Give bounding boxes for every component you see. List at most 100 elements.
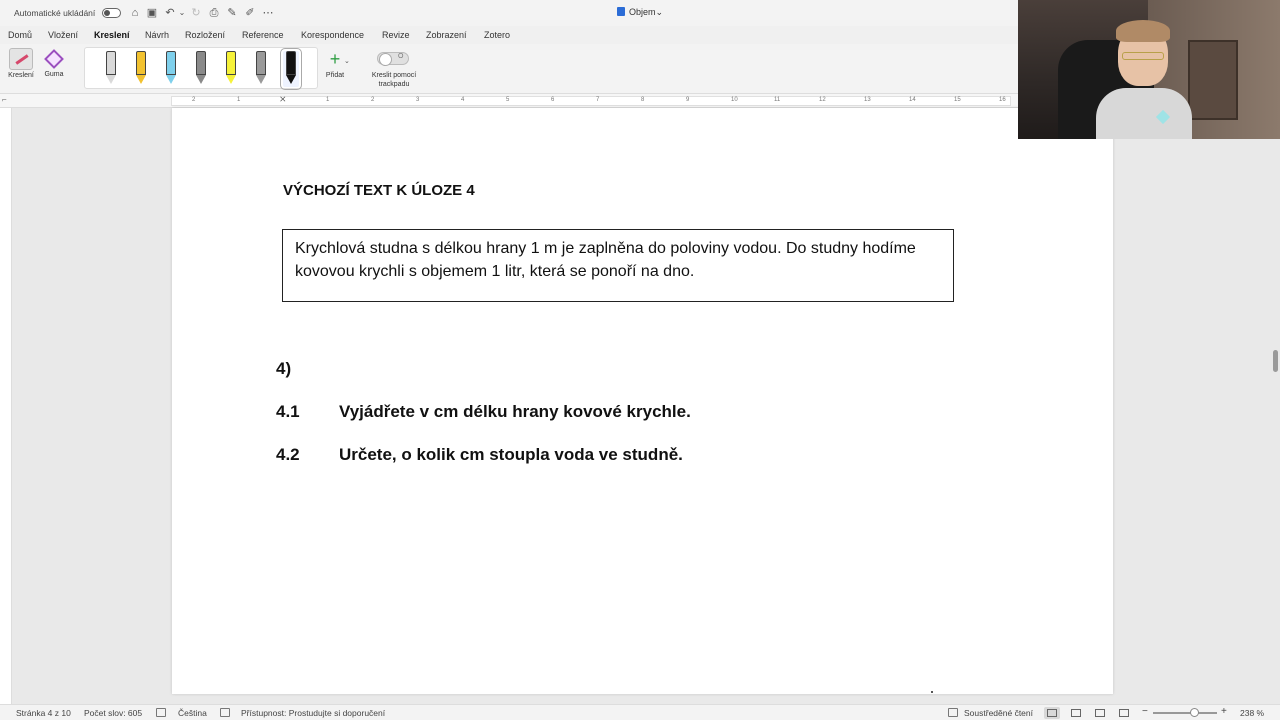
home-icon[interactable]: ⌂ — [128, 6, 142, 20]
pen-gold[interactable] — [133, 51, 149, 87]
horizontal-ruler[interactable]: ⌐ 2 1 ⨯ 1 2 3 4 5 6 7 8 9 10 11 12 13 14… — [0, 94, 1018, 108]
zoom-out-button[interactable]: − — [1142, 706, 1148, 717]
ribbon-tabs: Domů Vložení Kreslení Návrh Rozložení Re… — [0, 26, 1018, 46]
section-heading: VÝCHOZÍ TEXT K ÚLOZE 4 — [283, 182, 475, 199]
add-chevron-icon[interactable]: ⌄ — [344, 57, 350, 65]
more-icon[interactable]: ⋯ — [261, 6, 275, 20]
pen-dark-gray[interactable] — [253, 51, 269, 87]
add-pen-label: Přidat — [325, 72, 345, 79]
pen-light-blue[interactable] — [163, 51, 179, 87]
document-title[interactable]: Objem⌄ — [617, 7, 663, 18]
zoom-in-button[interactable]: + — [1221, 706, 1227, 717]
ruler-number: 1 — [237, 97, 241, 103]
print-layout-view-button[interactable] — [1044, 707, 1060, 719]
pen-body — [256, 51, 266, 75]
tab-rozlozeni[interactable]: Rozložení — [185, 30, 225, 40]
tab-reference[interactable]: Reference — [242, 30, 284, 40]
draft-icon — [1119, 709, 1129, 717]
outline-view-button[interactable] — [1092, 707, 1108, 719]
pen-body — [136, 51, 146, 75]
page-indicator[interactable]: Stránka 4 z 10 — [16, 708, 71, 718]
tab-navrh[interactable]: Návrh — [145, 30, 169, 40]
drawing-tool-label: Kreslení — [8, 72, 34, 79]
word-window: Automatické ukládání ⌂ ▣ ↶ ⌄ ↻ ⎙ ✎ ✐ ⋯ O… — [0, 0, 1280, 720]
highlighter-yellow[interactable] — [223, 51, 239, 87]
question-number: 4.1 — [276, 402, 300, 421]
tab-domu[interactable]: Domů — [8, 30, 32, 40]
ruler-number: 6 — [551, 97, 555, 103]
ruler-number: 3 — [416, 97, 420, 103]
pen-tip-icon — [166, 75, 176, 84]
webcam-glasses — [1122, 52, 1164, 60]
tab-korespondence[interactable]: Korespondence — [301, 30, 364, 40]
ruler-number: 15 — [954, 97, 961, 103]
eraser-icon — [44, 49, 64, 69]
tab-vlozeni[interactable]: Vložení — [48, 30, 78, 40]
task-number: 4) — [276, 359, 292, 378]
vertical-scrollbar[interactable] — [1270, 108, 1280, 704]
ruler-number: 2 — [192, 97, 196, 103]
pen-tip-icon — [256, 75, 266, 84]
trackpad-toggle-state: O — [398, 53, 404, 60]
problem-text-box: Krychlová studna s délkou hrany 1 m je z… — [282, 229, 954, 302]
ink-dot — [931, 691, 933, 693]
focus-mode-icon[interactable] — [948, 708, 958, 717]
pen-tip-icon — [286, 75, 296, 84]
zoom-slider[interactable] — [1153, 712, 1217, 714]
eraser-button[interactable]: Guma — [39, 48, 69, 78]
document-page[interactable]: VÝCHOZÍ TEXT K ÚLOZE 4 Krychlová studna … — [172, 108, 1113, 694]
drawing-ribbon: Kreslení Guma + Přidat ⌄ O Kreslit pomoc… — [0, 44, 1018, 94]
word-document-icon — [617, 7, 625, 16]
ruler-number: 13 — [864, 97, 871, 103]
draft-view-button[interactable] — [1116, 707, 1132, 719]
pen-body — [226, 51, 236, 75]
zoom-slider-knob[interactable] — [1190, 708, 1199, 717]
webcam-overlay — [1018, 0, 1280, 139]
drawing-icon — [9, 48, 33, 70]
question-text: Určete, o kolik cm stoupla voda ve studn… — [339, 445, 683, 464]
redo-icon[interactable]: ↻ — [189, 6, 203, 20]
question-4-1: 4.1 Vyjádřete v cm délku hrany kovové kry… — [276, 402, 691, 422]
undo-chevron-icon[interactable]: ⌄ — [175, 6, 189, 20]
pen-tip-icon — [136, 75, 146, 84]
title-chevron-icon: ⌄ — [655, 7, 664, 17]
edit-icon[interactable]: ✐ — [243, 6, 257, 20]
pen-tip-icon — [196, 75, 206, 84]
drawing-tool-button[interactable]: Kreslení — [6, 48, 36, 79]
ruler-number: 8 — [641, 97, 645, 103]
autosave-toggle[interactable] — [102, 8, 121, 18]
scrollbar-thumb[interactable] — [1273, 350, 1278, 372]
tab-revize[interactable]: Revize — [382, 30, 410, 40]
pen-body — [106, 51, 116, 75]
pen-gallery — [84, 47, 318, 90]
word-count[interactable]: Počet slov: 605 — [84, 708, 142, 718]
question-4-2: 4.2 Určete, o kolik cm stoupla voda ve st… — [276, 445, 683, 465]
ruler-number: 10 — [731, 97, 738, 103]
pen-silver[interactable] — [103, 51, 119, 87]
web-layout-view-button[interactable] — [1068, 707, 1084, 719]
tab-zotero[interactable]: Zotero — [484, 30, 510, 40]
print-icon[interactable]: ⎙ — [207, 6, 221, 20]
trackpad-draw-toggle[interactable] — [377, 52, 409, 66]
pen-black-selected[interactable] — [280, 48, 302, 90]
tab-zobrazeni[interactable]: Zobrazení — [426, 30, 467, 40]
web-layout-icon — [1071, 709, 1081, 717]
pencil-gray[interactable] — [193, 51, 209, 87]
language-indicator[interactable]: Čeština — [178, 708, 207, 718]
tab-kresleni[interactable]: Kreslení — [94, 30, 130, 46]
proofing-icon[interactable] — [156, 708, 166, 717]
question-number: 4.2 — [276, 445, 300, 464]
indent-marker-icon[interactable]: ⨯ — [279, 94, 287, 105]
save-icon[interactable]: ▣ — [145, 6, 159, 20]
focus-mode-button[interactable]: Soustředěné čtení — [964, 708, 1033, 718]
accessibility-icon[interactable] — [220, 708, 230, 717]
tab-stop-icon[interactable]: ⌐ — [2, 95, 7, 104]
pen-body — [196, 51, 206, 75]
pen-icon[interactable]: ✎ — [225, 6, 239, 20]
zoom-level[interactable]: 238 % — [1240, 708, 1264, 718]
left-gutter — [0, 108, 12, 704]
ruler-number: 1 — [326, 97, 330, 103]
document-canvas: VÝCHOZÍ TEXT K ÚLOZE 4 Krychlová studna … — [0, 108, 1280, 704]
accessibility-status[interactable]: Přístupnost: Prostudujte si doporučení — [241, 708, 385, 718]
webcam-person-hair — [1116, 20, 1170, 42]
